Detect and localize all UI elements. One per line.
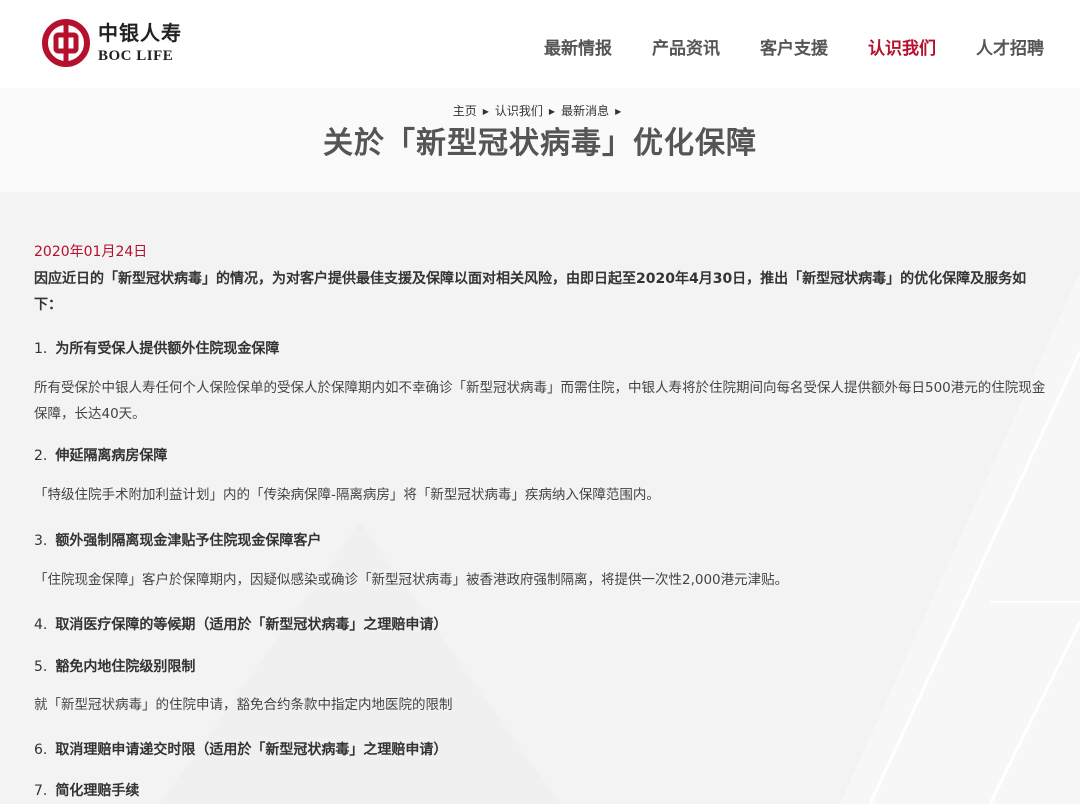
item-number: 2. bbox=[34, 448, 48, 464]
nav-item-customer-support[interactable]: 客户支援 bbox=[760, 34, 828, 59]
item-title: 简化理赔手续 bbox=[55, 783, 140, 799]
item-number: 7. bbox=[34, 783, 48, 799]
item-number: 3. bbox=[34, 533, 48, 549]
nav-item-latest-news[interactable]: 最新情报 bbox=[544, 34, 612, 59]
boc-life-logo[interactable]: 中银人寿 BOC LIFE bbox=[42, 19, 182, 67]
breadcrumb: 主页 ▶ 认识我们 ▶ 最新消息 ▶ bbox=[0, 102, 1080, 119]
item-heading: 4. 取消医疗保障的等候期（适用於「新型冠状病毒」之理赔申请） bbox=[34, 614, 447, 634]
main-nav: 最新情报 产品资讯 客户支援 认识我们 人才招聘 bbox=[504, 34, 1044, 59]
item-title: 取消医疗保障的等候期（适用於「新型冠状病毒」之理赔申请） bbox=[55, 617, 448, 633]
item-body: 所有受保於中银人寿任何个人保险保单的受保人於保障期内如不幸确诊「新型冠状病毒」而… bbox=[34, 380, 1046, 422]
item-body: 「特级住院手术附加利益计划」内的「传染病保障-隔离病房」将「新型冠状病毒」疾病纳… bbox=[34, 487, 660, 503]
item-heading: 2. 伸延隔离病房保障 bbox=[34, 445, 167, 465]
page-title-band: 主页 ▶ 认识我们 ▶ 最新消息 ▶ 关於「新型冠状病毒」优化保障 bbox=[0, 88, 1080, 192]
nav-item-careers[interactable]: 人才招聘 bbox=[976, 34, 1044, 59]
page-title: 关於「新型冠状病毒」优化保障 bbox=[323, 126, 757, 161]
item-number: 4. bbox=[34, 617, 48, 633]
logo-chinese-name: 中银人寿 bbox=[98, 20, 182, 45]
item-body: 「住院现金保障」客户於保障期内，因疑似感染或确诊「新型冠状病毒」被香港政府强制隔… bbox=[34, 572, 789, 588]
item-title: 豁免内地住院级别限制 bbox=[55, 659, 196, 675]
nav-item-about-us[interactable]: 认识我们 bbox=[868, 34, 936, 59]
article-intro: 因应近日的「新型冠状病毒」的情况，为对客户提供最佳支援及保障以面对相关风险，由即… bbox=[34, 271, 1027, 313]
item-title: 取消理赔申请递交时限（适用於「新型冠状病毒」之理赔申请） bbox=[55, 742, 448, 758]
breadcrumb-arrow-icon: ▶ bbox=[615, 107, 622, 116]
item-heading: 1. 为所有受保人提供额外住院现金保障 bbox=[34, 338, 279, 358]
item-heading: 5. 豁免内地住院级别限制 bbox=[34, 656, 195, 676]
breadcrumb-about-us[interactable]: 认识我们 bbox=[495, 104, 543, 118]
breadcrumb-arrow-icon: ▶ bbox=[548, 107, 556, 116]
item-title: 额外强制隔离现金津贴予住院现金保障客户 bbox=[55, 533, 322, 549]
item-number: 5. bbox=[34, 659, 48, 675]
site-header: 中银人寿 BOC LIFE 最新情报 产品资讯 客户支援 认识我们 人才招聘 bbox=[0, 0, 1080, 88]
item-number: 1. bbox=[34, 341, 48, 357]
item-body: 就「新型冠状病毒」的住院申请，豁免合约条款中指定内地医院的限制 bbox=[34, 697, 453, 713]
item-title: 伸延隔离病房保障 bbox=[55, 448, 168, 464]
item-heading: 6. 取消理赔申请递交时限（适用於「新型冠状病毒」之理赔申请） bbox=[34, 739, 447, 759]
article-content-area: 2020年01月24日 因应近日的「新型冠状病毒」的情况，为对客户提供最佳支援及… bbox=[0, 192, 1080, 804]
item-number: 6. bbox=[34, 742, 48, 758]
item-title: 为所有受保人提供额外住院现金保障 bbox=[55, 341, 280, 357]
item-heading: 7. 简化理赔手续 bbox=[34, 780, 139, 800]
nav-item-products[interactable]: 产品资讯 bbox=[652, 34, 720, 59]
breadcrumb-home[interactable]: 主页 bbox=[453, 104, 477, 118]
article-date: 2020年01月24日 bbox=[34, 244, 148, 260]
boc-logo-icon bbox=[42, 19, 90, 67]
logo-english-name: BOC LIFE bbox=[98, 47, 174, 64]
breadcrumb-latest-news[interactable]: 最新消息 bbox=[561, 104, 609, 118]
item-heading: 3. 额外强制隔离现金津贴予住院现金保障客户 bbox=[34, 530, 321, 550]
breadcrumb-arrow-icon: ▶ bbox=[482, 107, 489, 116]
